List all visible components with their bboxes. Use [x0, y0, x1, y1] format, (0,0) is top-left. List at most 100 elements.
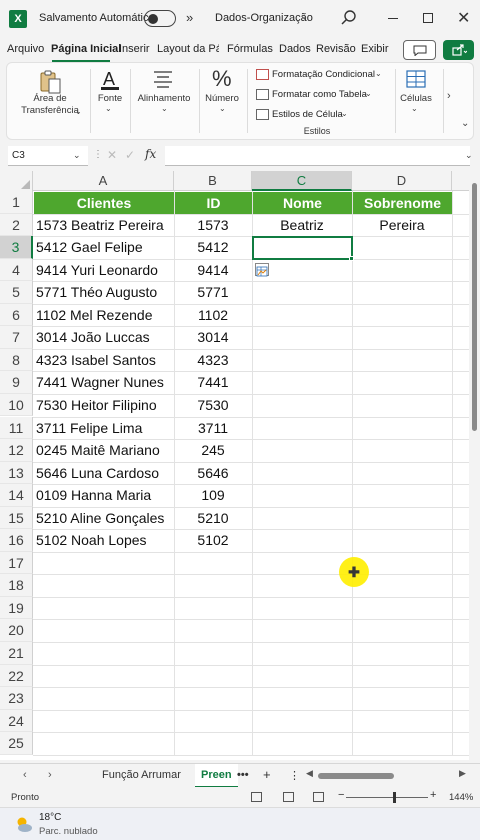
- tab-revisao[interactable]: Revisão: [316, 43, 356, 55]
- insert-function-button[interactable]: fx: [145, 147, 156, 161]
- row-header-23[interactable]: 23: [0, 687, 33, 710]
- sheet-prev-icon[interactable]: ‹: [23, 769, 27, 781]
- conditional-format-button[interactable]: Formatação Condicional: [272, 69, 375, 80]
- cell-d9[interactable]: [352, 371, 452, 394]
- zoom-out-icon[interactable]: −: [338, 789, 344, 801]
- column-header-d[interactable]: D: [352, 171, 452, 191]
- scroll-right-icon[interactable]: ▶: [459, 768, 466, 779]
- row-header-20[interactable]: 20: [0, 619, 33, 642]
- cell-b15[interactable]: 5210: [174, 507, 252, 530]
- tab-formulas[interactable]: Fórmulas: [227, 43, 273, 55]
- cell-c11[interactable]: [252, 417, 352, 440]
- row-header-24[interactable]: 24: [0, 709, 33, 733]
- file-name[interactable]: Dados-Organização: [215, 12, 313, 24]
- row-header-12[interactable]: 12: [0, 439, 33, 462]
- cell-d10[interactable]: [352, 394, 452, 417]
- horizontal-scrollbar[interactable]: ◀ ▶: [306, 768, 470, 781]
- cell-a7[interactable]: 3014 João Luccas: [36, 326, 173, 349]
- column-header-c[interactable]: C: [252, 171, 352, 191]
- zoom-level[interactable]: 144%: [449, 792, 473, 803]
- cell-a4[interactable]: 9414 Yuri Leonardo: [36, 259, 173, 282]
- alignment-icon[interactable]: [152, 69, 174, 89]
- cell-b16[interactable]: 5102: [174, 529, 252, 552]
- cell-c9[interactable]: [252, 371, 352, 394]
- font-label[interactable]: Fonte: [90, 93, 130, 104]
- spreadsheet-grid[interactable]: A B C D 1 2 3 4 5 6 7 8 9 10 11 12 13 14 15 16 17 18 19 20 21 22 2…: [0, 171, 480, 760]
- cell-d6[interactable]: [352, 304, 452, 327]
- font-icon[interactable]: A: [99, 68, 121, 92]
- cell-a9[interactable]: 7441 Wagner Nunes: [36, 371, 173, 394]
- clipboard-chevron-icon[interactable]: ⌄: [75, 107, 82, 116]
- cell-d3[interactable]: [352, 236, 452, 259]
- weather-temperature[interactable]: 18°C: [39, 812, 61, 823]
- cell-a12[interactable]: 0245 Maitê Mariano: [36, 439, 173, 462]
- cell-c2[interactable]: Beatriz: [252, 214, 352, 237]
- cell-b14[interactable]: 109: [174, 484, 252, 507]
- zoom-slider-knob[interactable]: [393, 792, 396, 803]
- autosave-toggle[interactable]: [144, 10, 176, 27]
- row-header-4[interactable]: 4: [0, 258, 33, 282]
- cell-a2[interactable]: 1573 Beatriz Pereira: [36, 214, 173, 237]
- select-all-button[interactable]: [0, 171, 33, 191]
- cell-a14[interactable]: 0109 Hanna Maria: [36, 484, 173, 507]
- cell-b13[interactable]: 5646: [174, 462, 252, 485]
- alignment-chevron-icon[interactable]: ⌄: [161, 104, 168, 113]
- font-chevron-icon[interactable]: ⌄: [105, 104, 112, 113]
- close-icon[interactable]: ✕: [457, 8, 470, 28]
- zoom-slider[interactable]: [346, 797, 428, 798]
- cell-a16[interactable]: 5102 Noah Lopes: [36, 529, 173, 552]
- tab-layout[interactable]: Layout da Pág: [157, 43, 219, 55]
- cell-a3[interactable]: 5412 Gael Felipe: [36, 236, 173, 259]
- row-header-14[interactable]: 14: [0, 484, 33, 507]
- enter-icon[interactable]: ✓: [125, 148, 135, 162]
- cell-c6[interactable]: [252, 304, 352, 327]
- row-header-10[interactable]: 10: [0, 393, 33, 417]
- minimize-icon[interactable]: [388, 18, 398, 19]
- cell-a10[interactable]: 7530 Heitor Filipino: [36, 394, 173, 417]
- cell-a8[interactable]: 4323 Isabel Santos: [36, 349, 173, 372]
- row-header-5[interactable]: 5: [0, 281, 33, 304]
- sheet-tab-preen[interactable]: Preen: [195, 764, 238, 788]
- cell-c7[interactable]: [252, 326, 352, 349]
- normal-view-icon[interactable]: [251, 792, 262, 802]
- header-cell-b[interactable]: ID: [175, 192, 252, 214]
- cell-b3[interactable]: 5412: [174, 236, 252, 259]
- cell-b12[interactable]: 245: [174, 439, 252, 462]
- file-name-chevron-icon[interactable]: ⌄: [300, 11, 308, 22]
- page-break-view-icon[interactable]: [313, 792, 324, 802]
- ribbon-collapse-icon[interactable]: ⌄: [461, 118, 469, 129]
- cell-a6[interactable]: 1102 Mel Rezende: [36, 304, 173, 327]
- formula-input[interactable]: [165, 146, 470, 166]
- fill-handle[interactable]: [349, 255, 354, 261]
- cell-b11[interactable]: 3711: [174, 417, 252, 440]
- weather-condition[interactable]: Parc. nublado: [39, 826, 98, 837]
- clipboard-label-line1[interactable]: Área de: [11, 93, 89, 104]
- row-header-2[interactable]: 2: [0, 213, 33, 237]
- percent-icon[interactable]: %: [212, 66, 232, 92]
- formula-options-icon[interactable]: ⋮: [93, 149, 103, 160]
- row-header-17[interactable]: 17: [0, 551, 33, 575]
- number-label[interactable]: Número: [200, 93, 244, 104]
- vertical-scrollbar[interactable]: [469, 171, 480, 760]
- cells-chevron-icon[interactable]: ⌄: [411, 104, 418, 113]
- header-cell-d[interactable]: Sobrenome: [353, 192, 452, 214]
- formula-expand-icon[interactable]: ⌄: [465, 150, 473, 161]
- cell-b4[interactable]: 9414: [174, 259, 252, 282]
- format-table-button[interactable]: Formatar como Tabela: [272, 89, 367, 100]
- tab-exibir[interactable]: Exibir: [361, 43, 389, 55]
- row-header-6[interactable]: 6: [0, 303, 33, 327]
- cell-d11[interactable]: [352, 417, 452, 440]
- conditional-format-chevron-icon[interactable]: ⌄: [375, 69, 382, 78]
- vertical-scroll-thumb[interactable]: [472, 183, 477, 431]
- partly-cloudy-icon[interactable]: [14, 815, 34, 835]
- maximize-icon[interactable]: [423, 13, 433, 23]
- tab-arquivo[interactable]: Arquivo: [7, 43, 44, 55]
- comments-button[interactable]: [403, 40, 436, 60]
- selected-cell-border[interactable]: [252, 236, 353, 260]
- row-header-22[interactable]: 22: [0, 664, 33, 688]
- tab-dados[interactable]: Dados: [279, 43, 311, 55]
- cell-a11[interactable]: 3711 Felipe Lima: [36, 417, 173, 440]
- cell-d5[interactable]: [352, 281, 452, 304]
- cell-b8[interactable]: 4323: [174, 349, 252, 372]
- flash-fill-options-icon[interactable]: [255, 262, 269, 277]
